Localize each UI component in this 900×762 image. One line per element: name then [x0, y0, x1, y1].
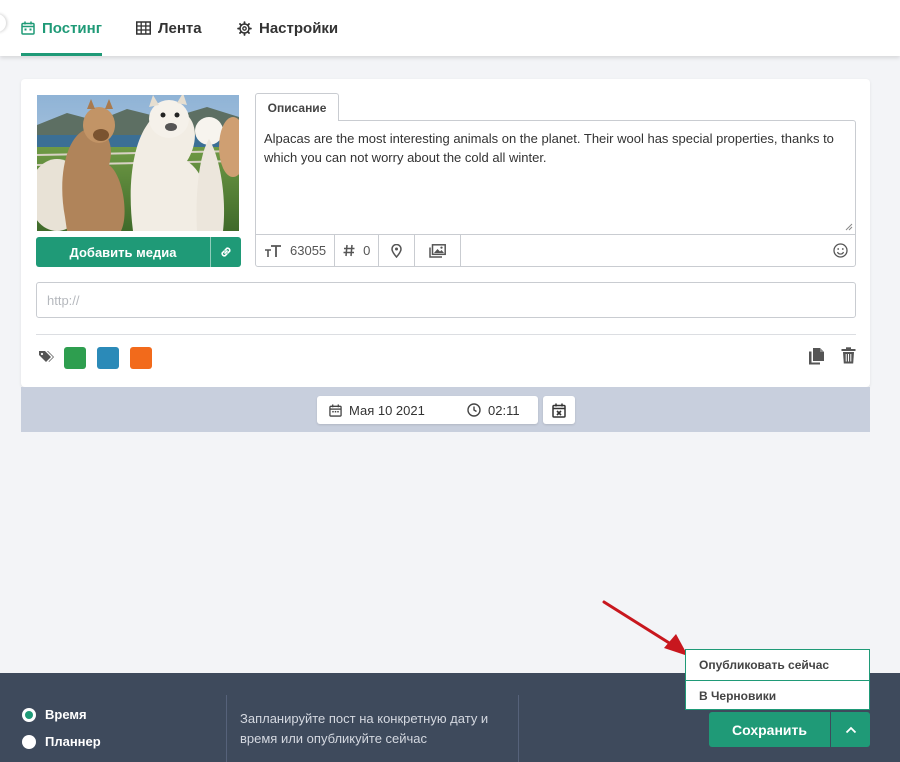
- emoji-icon[interactable]: [833, 243, 848, 258]
- top-navigation: Постинг Лента Настройки: [0, 0, 900, 56]
- menu-item-to-drafts[interactable]: В Черновики: [686, 680, 869, 710]
- footer-divider: [226, 695, 227, 762]
- resize-handle-icon[interactable]: [845, 223, 853, 231]
- editor-toolbar: 63055 0: [256, 234, 855, 266]
- tab-settings-label: Настройки: [259, 19, 339, 37]
- url-input[interactable]: [36, 282, 856, 318]
- hashtag-icon: [343, 244, 355, 257]
- post-editor-card: Добавить медиа Описание Alpacas are the …: [21, 79, 870, 387]
- description-editor: Alpacas are the most interesting animals…: [255, 120, 856, 267]
- time-value: 02:11: [488, 402, 520, 418]
- hashtag-count-value: 0: [363, 243, 371, 258]
- radio-planner-label: Планнер: [45, 734, 101, 749]
- calendar-icon: [329, 403, 342, 417]
- tab-description[interactable]: Описание: [255, 93, 339, 121]
- tags-icon: [39, 351, 54, 362]
- tab-posting-label: Постинг: [42, 19, 102, 37]
- media-preview-image[interactable]: [37, 95, 239, 231]
- tag-color-orange[interactable]: [130, 347, 152, 369]
- grid-icon: [136, 21, 151, 35]
- time-picker[interactable]: 02:11: [467, 396, 520, 424]
- calendar-icon: [21, 21, 35, 35]
- date-picker[interactable]: Мая 10 2021: [329, 396, 425, 424]
- tab-posting[interactable]: Постинг: [21, 0, 102, 56]
- clear-date-button[interactable]: [543, 396, 575, 424]
- calendar-remove-icon: [552, 403, 566, 418]
- text-size-icon: [265, 244, 281, 257]
- chevron-up-icon: [845, 726, 856, 733]
- annotation-arrow-icon: [602, 600, 688, 656]
- clock-icon: [467, 403, 481, 417]
- radio-time[interactable]: Время: [22, 707, 87, 722]
- divider: [36, 334, 856, 335]
- datetime-picker[interactable]: Мая 10 2021 02:11: [317, 396, 538, 424]
- location-pin-icon: [391, 243, 403, 258]
- tab-feed-label: Лента: [158, 19, 202, 37]
- save-button[interactable]: Сохранить: [709, 712, 830, 747]
- tab-feed[interactable]: Лента: [136, 0, 202, 56]
- radio-time-indicator[interactable]: [22, 707, 36, 722]
- char-count-value: 63055: [290, 243, 327, 258]
- gallery-button[interactable]: [415, 235, 462, 266]
- tab-settings[interactable]: Настройки: [237, 0, 338, 56]
- trash-icon[interactable]: [841, 347, 856, 364]
- hashtag-counter[interactable]: 0: [335, 235, 380, 266]
- radio-planner-indicator[interactable]: [22, 734, 36, 749]
- tag-color-green[interactable]: [64, 347, 86, 369]
- gear-icon: [237, 20, 252, 36]
- copy-icon[interactable]: [808, 347, 825, 365]
- footer-divider: [518, 695, 519, 762]
- radio-time-label: Время: [45, 707, 87, 722]
- description-textarea[interactable]: Alpacas are the most interesting animals…: [264, 129, 841, 167]
- image-gallery-icon: [429, 243, 447, 258]
- sidebar-toggle-handle[interactable]: [0, 14, 6, 32]
- char-counter[interactable]: 63055: [256, 235, 336, 266]
- date-value: Мая 10 2021: [349, 402, 425, 418]
- add-media-label[interactable]: Добавить медиа: [36, 237, 211, 267]
- schedule-hint: Запланируйте пост на конкретную дату и в…: [240, 711, 489, 746]
- radio-planner[interactable]: Планнер: [22, 734, 101, 749]
- save-options-menu: Опубликовать сейчас В Черновики: [685, 649, 870, 710]
- add-media-button[interactable]: Добавить медиа: [36, 237, 241, 267]
- schedule-bar: Мая 10 2021 02:11: [21, 387, 870, 432]
- attach-link-button[interactable]: [211, 237, 241, 267]
- menu-item-publish-now[interactable]: Опубликовать сейчас: [686, 650, 869, 680]
- location-button[interactable]: [379, 235, 416, 266]
- link-icon: [221, 247, 231, 257]
- save-options-toggle[interactable]: [831, 712, 870, 747]
- tag-color-blue[interactable]: [97, 347, 119, 369]
